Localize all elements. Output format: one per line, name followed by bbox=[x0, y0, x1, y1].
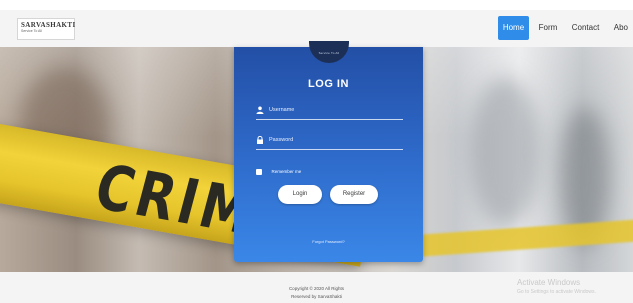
logo-badge: Service To All bbox=[309, 41, 349, 63]
activate-windows-title: Activate Windows bbox=[517, 278, 581, 287]
register-button[interactable]: Register bbox=[330, 185, 378, 204]
login-button[interactable]: Login bbox=[278, 185, 322, 204]
nav-link-home[interactable]: Home bbox=[497, 16, 530, 40]
password-input[interactable] bbox=[269, 134, 399, 146]
page-top-strip bbox=[0, 0, 633, 10]
activate-windows-subtitle: Go to Settings to activate Windows. bbox=[517, 289, 596, 295]
user-icon bbox=[256, 106, 264, 114]
username-field bbox=[256, 103, 403, 120]
logo-badge-text: Service To All bbox=[318, 51, 340, 55]
background-blur-right bbox=[470, 77, 540, 227]
password-field bbox=[256, 133, 403, 150]
forgot-password-link[interactable]: Forgot Password? bbox=[234, 239, 423, 244]
nav-links: Home Form Contact Abo bbox=[497, 16, 633, 40]
brand-name: SARVASHAKTI bbox=[21, 21, 76, 29]
nav-link-form[interactable]: Form bbox=[534, 16, 563, 40]
brand-logo[interactable]: SARVASHAKTI Service To All bbox=[17, 18, 75, 40]
footer: Copyright © 2020 All Rights Reserved by … bbox=[0, 272, 633, 303]
login-title: LOG IN bbox=[308, 78, 349, 90]
username-input[interactable] bbox=[269, 104, 399, 116]
login-card: Service To All LOG IN Remember me Login … bbox=[234, 41, 423, 262]
lock-icon bbox=[256, 135, 264, 144]
remember-me-checkbox[interactable] bbox=[256, 168, 262, 175]
brand-tagline: Service To All bbox=[21, 29, 42, 33]
nav-link-about[interactable]: Abo bbox=[609, 16, 633, 40]
remember-me-label: Remember me bbox=[271, 169, 302, 175]
nav-link-contact[interactable]: Contact bbox=[567, 16, 605, 40]
remember-me[interactable]: Remember me bbox=[256, 163, 302, 175]
